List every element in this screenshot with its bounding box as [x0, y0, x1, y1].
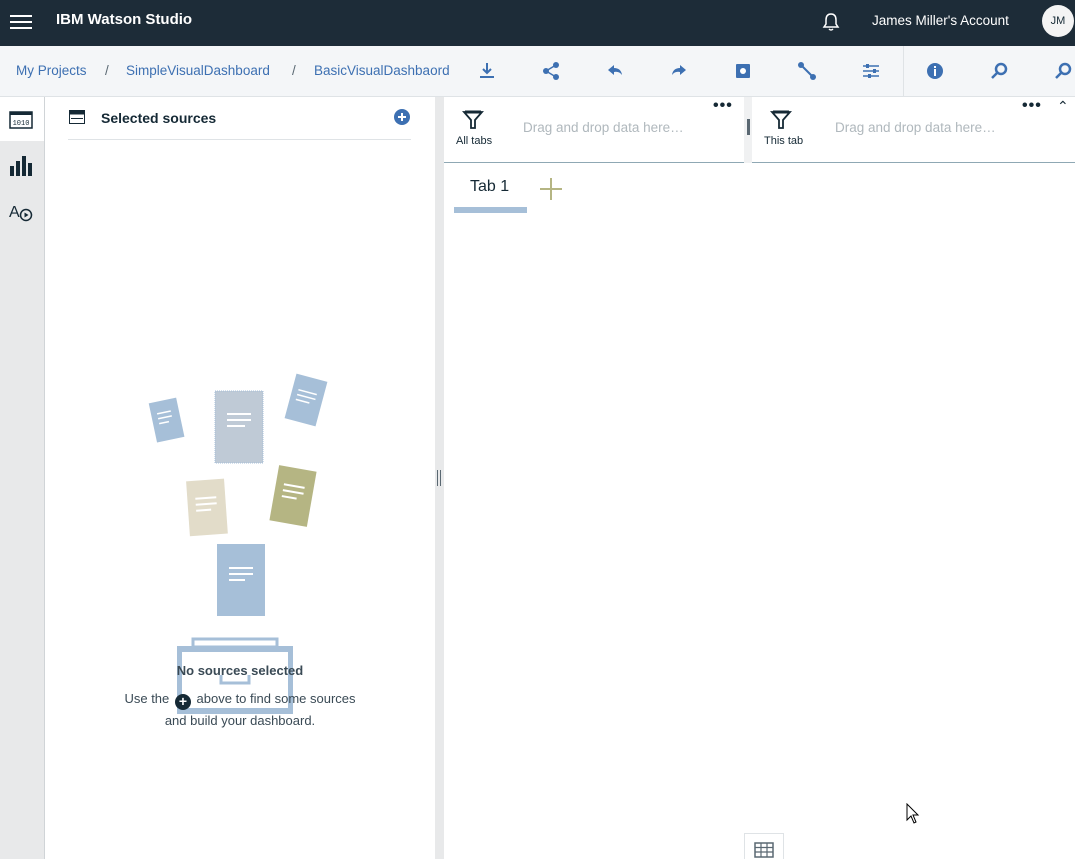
breadcrumb-separator: / [105, 63, 109, 78]
sources-list-icon [69, 110, 85, 124]
more-options-icon[interactable]: ••• [1022, 97, 1042, 115]
connections-icon[interactable] [796, 60, 818, 82]
breadcrumb-project[interactable]: SimpleVisualDashboard [126, 63, 270, 78]
info-icon[interactable] [924, 60, 946, 82]
drop-zone-hint[interactable]: Drag and drop data here… [523, 120, 684, 135]
rail-data-sources[interactable]: 1010 [0, 97, 44, 141]
notification-bell-icon[interactable] [820, 11, 842, 33]
breadcrumb-separator: / [292, 63, 296, 78]
filter-icon[interactable] [770, 109, 792, 131]
collapse-chevron-up-icon[interactable]: ⌃ [1057, 98, 1069, 115]
empty-sources-illustration [148, 373, 328, 616]
breadcrumb-my-projects[interactable]: My Projects [16, 63, 87, 78]
this-tab-filter-bar: This tab Drag and drop data here… ••• [752, 97, 1075, 163]
empty-text-pre: Use the [124, 691, 170, 706]
find-icon[interactable] [1052, 60, 1074, 82]
this-tab-label: This tab [764, 135, 804, 147]
top-header: IBM Watson Studio James Miller's Account… [0, 0, 1075, 46]
empty-text-line2: and build your dashboard. [164, 713, 316, 728]
splitter-grip[interactable] [437, 470, 441, 486]
mouse-cursor-icon [906, 803, 920, 824]
drop-zone-hint[interactable]: Drag and drop data here… [835, 120, 996, 135]
panel-divider [68, 139, 411, 140]
rail-text-media[interactable]: A [0, 189, 44, 233]
avatar[interactable]: JM [1042, 5, 1074, 37]
filter-resize-grip[interactable] [747, 119, 750, 135]
download-icon[interactable] [476, 60, 498, 82]
breadcrumb-dashboard[interactable]: BasicVisualDashbaord [314, 63, 450, 78]
svg-text:1010: 1010 [13, 120, 30, 128]
hamburger-menu-icon[interactable] [10, 12, 32, 32]
redo-icon[interactable] [668, 60, 690, 82]
toolbar-divider [903, 46, 904, 96]
dashboard-canvas[interactable] [444, 213, 1075, 859]
sources-panel-title: Selected sources [101, 110, 217, 126]
filter-icon[interactable] [462, 109, 484, 131]
share-icon[interactable] [540, 60, 562, 82]
settings-icon[interactable] [860, 60, 882, 82]
visualizations-icon [10, 156, 32, 176]
empty-text-post: above to find some sources [196, 691, 356, 706]
more-options-icon[interactable]: ••• [713, 97, 733, 115]
all-tabs-filter-bar: All tabs Drag and drop data here… ••• [444, 97, 744, 163]
empty-state-title: No sources selected [176, 663, 304, 678]
text-media-icon: A [9, 204, 33, 222]
inline-add-icon: + [174, 694, 191, 710]
add-tab-icon[interactable] [538, 176, 564, 202]
selected-sources-panel: Selected sources No sources selected Use… [45, 97, 435, 859]
snapshot-icon[interactable] [732, 60, 754, 82]
rail-visualizations[interactable] [0, 143, 44, 187]
tab-1[interactable]: Tab 1 [454, 176, 527, 213]
add-source-icon[interactable] [393, 108, 411, 126]
search-icon[interactable] [988, 60, 1010, 82]
all-tabs-label: All tabs [456, 135, 493, 147]
data-table-button[interactable] [744, 833, 784, 859]
data-sources-icon: 1010 [9, 111, 33, 129]
table-icon [754, 842, 774, 858]
left-rail: 1010 A [0, 97, 45, 859]
empty-state-text: Use the + above to find some sources and… [45, 688, 435, 732]
svg-text:A: A [9, 204, 20, 221]
account-switcher[interactable]: James Miller's Account [872, 13, 1009, 28]
brand-title[interactable]: IBM Watson Studio [56, 11, 192, 28]
tab-label: Tab 1 [470, 178, 510, 195]
dashboard-toolbar: My Projects / SimpleVisualDashboard / Ba… [0, 46, 1075, 97]
undo-icon[interactable] [604, 60, 626, 82]
